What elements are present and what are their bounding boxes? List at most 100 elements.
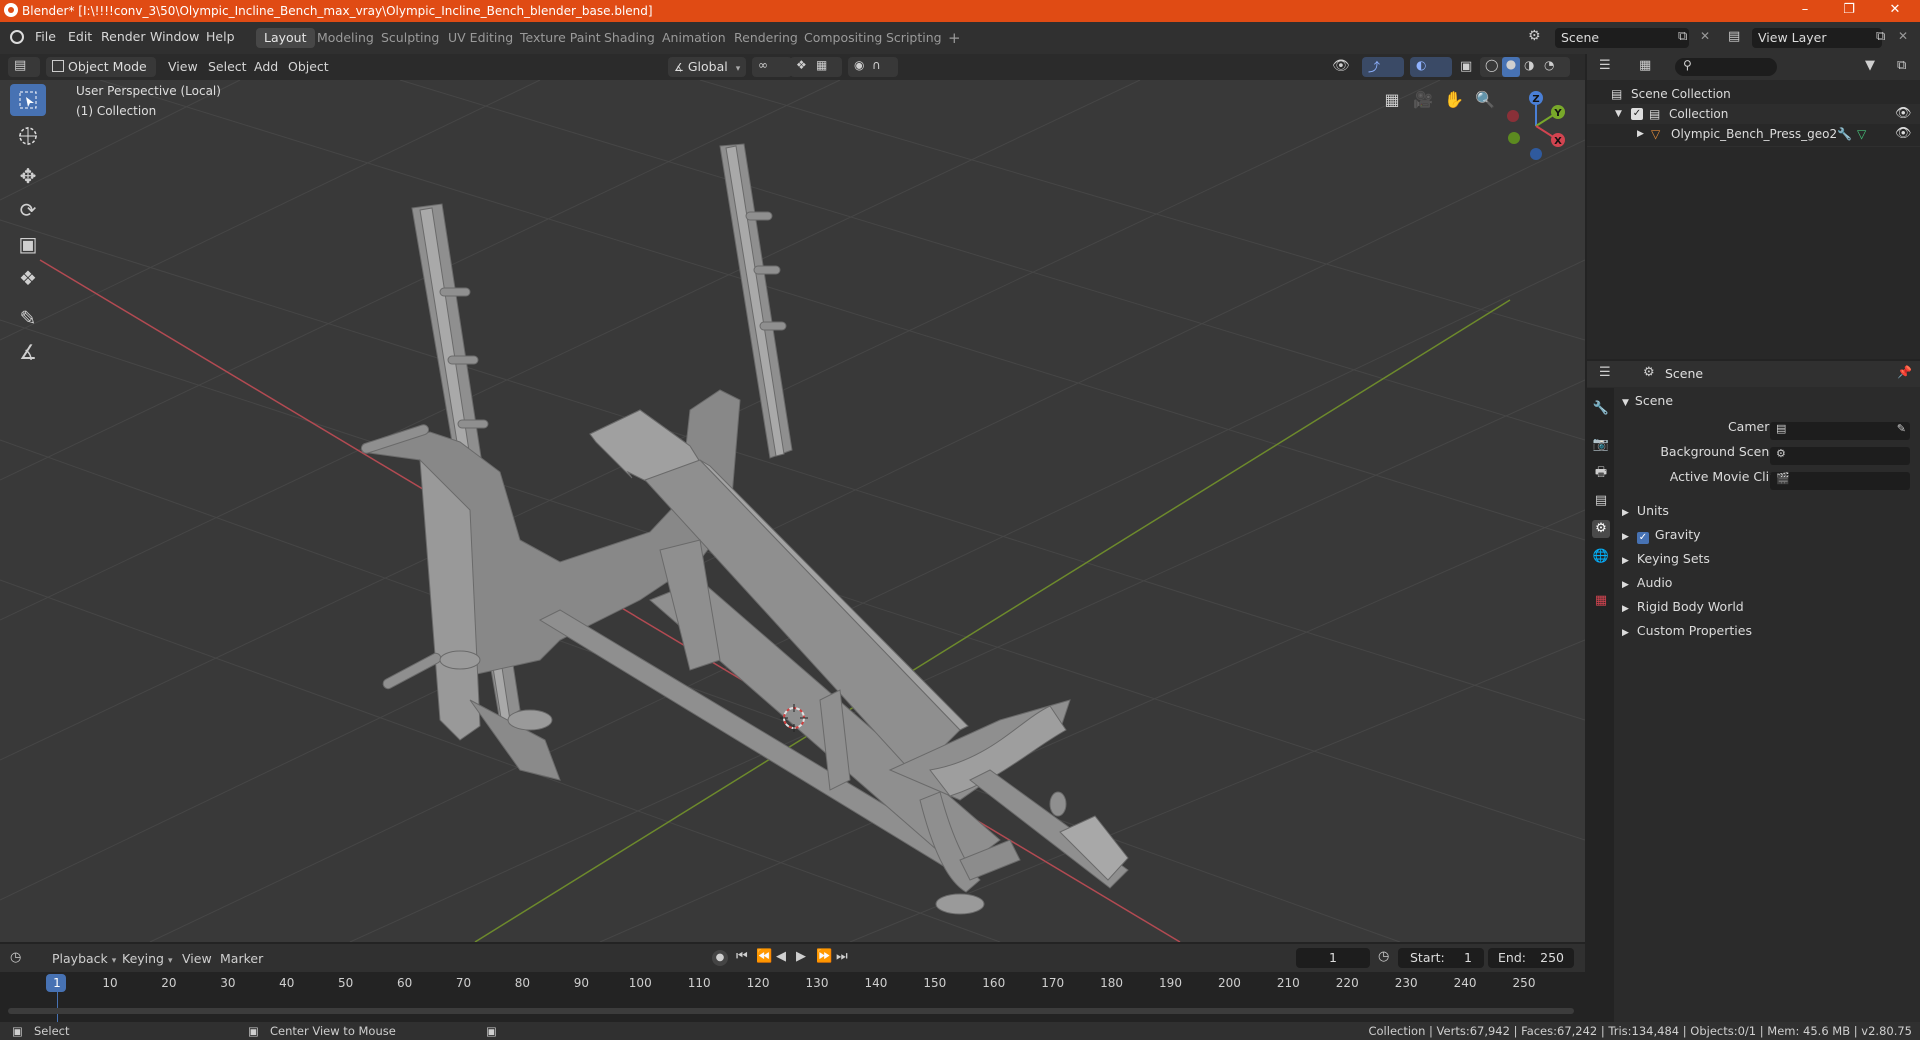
visibility-dropdown-icon[interactable]: 👁 <box>1332 58 1350 74</box>
tab-rendering[interactable]: Rendering <box>726 28 806 48</box>
tab-layout[interactable]: Layout <box>256 28 315 48</box>
menu-render[interactable]: Render <box>101 29 146 44</box>
view-layer-tab-icon[interactable]: ▤ <box>1592 492 1610 510</box>
outliner-editor-type-icon[interactable]: ☰ <box>1599 58 1611 73</box>
viewport-menu-object[interactable]: Object <box>288 58 329 76</box>
jump-end-button[interactable]: ⏭ <box>836 949 848 964</box>
object-mode-dropdown[interactable]: Object Mode <box>46 57 156 77</box>
tab-sculpting[interactable]: Sculpting <box>373 28 447 48</box>
scene-section-header[interactable]: ▼ Scene <box>1622 390 1920 412</box>
proportional-edit-toggle[interactable]: ◉ ∩ <box>848 57 898 77</box>
expand-arrow-icon[interactable]: ▼ <box>1615 104 1622 124</box>
tab-scripting[interactable]: Scripting <box>878 28 950 48</box>
object-visibility-eye-icon[interactable]: 👁 <box>1895 124 1912 144</box>
menu-help[interactable]: Help <box>206 29 235 44</box>
eyedropper-icon[interactable]: ✎ <box>1897 422 1906 435</box>
blender-menu-icon[interactable] <box>10 30 24 44</box>
tab-uv-editing[interactable]: UV Editing <box>440 28 521 48</box>
restore-button[interactable]: ❐ <box>1826 0 1872 22</box>
scene-name-field[interactable]: Scene <box>1555 28 1689 48</box>
transform-tool[interactable]: ❖ <box>10 262 46 294</box>
remove-view-layer-icon[interactable]: ✕ <box>1898 29 1908 43</box>
annotate-tool[interactable]: ✎ <box>10 302 46 334</box>
pan-view-icon[interactable]: ✋ <box>1440 86 1468 114</box>
texture-tab-icon[interactable]: ▦ <box>1592 592 1610 610</box>
menu-window[interactable]: Window <box>150 29 199 44</box>
outliner-object-row[interactable]: ▶ ▽ Olympic_Bench_Press_geo2 🔧 ▽ 👁 <box>1587 124 1920 144</box>
view-layer-field[interactable]: View Layer <box>1752 28 1882 48</box>
xray-toggle-icon[interactable]: ▣ <box>1460 59 1472 74</box>
bench-model[interactable] <box>360 143 1129 915</box>
menu-edit[interactable]: Edit <box>68 29 92 44</box>
new-scene-icon[interactable]: ⧉ <box>1678 29 1687 44</box>
timeline-menu-keying[interactable]: Keying <box>122 951 173 966</box>
transform-orientation-dropdown[interactable]: ∡ Global <box>668 57 746 77</box>
audio-panel[interactable]: ▶ Audio <box>1622 572 1920 594</box>
view-layer-icon[interactable]: ▤ <box>1728 29 1740 44</box>
collection-checkbox[interactable]: ✓ <box>1631 108 1643 120</box>
start-frame-field[interactable]: Start: 1 <box>1398 948 1484 968</box>
outliner-collection[interactable]: ▼ ✓ ▤ Collection 👁 <box>1587 104 1920 124</box>
overlay-toggle[interactable]: ◐ <box>1410 57 1452 77</box>
play-button[interactable]: ▶ <box>796 949 806 964</box>
tab-modeling[interactable]: Modeling <box>309 28 382 48</box>
shading-mode-buttons[interactable]: ◯ ● ◑ ◔ <box>1480 57 1570 77</box>
menu-file[interactable]: File <box>35 29 56 44</box>
pivot-point-dropdown[interactable]: ∞ <box>752 57 792 77</box>
toggle-grid-icon[interactable]: ▦ <box>1378 86 1406 114</box>
navigation-gizmo[interactable]: Z Y X <box>1496 86 1576 166</box>
timeline-menu-view[interactable]: View <box>182 951 212 966</box>
viewport-menu-add[interactable]: Add <box>254 58 278 76</box>
object-expand-arrow-icon[interactable]: ▶ <box>1637 124 1644 144</box>
collection-visibility-eye-icon[interactable]: 👁 <box>1895 104 1912 124</box>
new-collection-icon[interactable]: ⧉ <box>1897 58 1906 73</box>
new-view-layer-icon[interactable]: ⧉ <box>1876 29 1885 44</box>
camera-field[interactable]: ▤ ✎ <box>1770 422 1910 440</box>
viewport-menu-select[interactable]: Select <box>208 58 247 76</box>
render-tab-icon[interactable]: 📷 <box>1592 436 1610 454</box>
background-scene-field[interactable]: ⚙ <box>1770 447 1910 465</box>
cursor-tool[interactable] <box>10 120 46 152</box>
tab-shading[interactable]: Shading <box>596 28 663 48</box>
preview-range-clock-icon[interactable]: ◷ <box>1378 949 1389 964</box>
gravity-panel[interactable]: ▶ ✓ Gravity <box>1622 524 1920 546</box>
end-frame-field[interactable]: End: 250 <box>1488 948 1574 968</box>
scene-tab-icon[interactable]: ⚙ <box>1592 520 1610 538</box>
camera-view-icon[interactable]: 🎥 <box>1409 86 1437 114</box>
current-frame-field[interactable]: 1 <box>1296 948 1370 968</box>
display-mode-icon[interactable]: ▦ <box>1639 58 1651 73</box>
gizmo-toggle[interactable]: ⤴ <box>1362 57 1404 77</box>
scene-selector-icon[interactable]: ⚙ <box>1528 28 1541 44</box>
solid-shading-icon[interactable]: ● <box>1502 57 1520 77</box>
units-panel[interactable]: ▶ Units <box>1622 500 1920 522</box>
pin-icon[interactable]: 📌 <box>1897 365 1912 379</box>
wireframe-shading-icon[interactable]: ◯ <box>1485 58 1498 72</box>
add-workspace-button[interactable]: + <box>940 28 969 48</box>
viewport-menu-view[interactable]: View <box>168 58 198 76</box>
timeline-menu-playback[interactable]: Playback <box>52 951 116 966</box>
minimize-button[interactable]: – <box>1782 0 1828 22</box>
custom-properties-panel[interactable]: ▶ Custom Properties <box>1622 620 1920 642</box>
timeline-editor-type-icon[interactable]: ◷ <box>10 950 21 965</box>
prev-keyframe-button[interactable]: ⏪ <box>756 949 772 964</box>
snap-toggle[interactable]: ❖ ▦ <box>790 57 842 77</box>
output-tab-icon[interactable]: 🖶 <box>1592 464 1610 482</box>
gizmo-neg-z[interactable] <box>1530 148 1542 160</box>
gizmo-neg-y[interactable] <box>1508 132 1520 144</box>
editor-type-button[interactable]: ▤ <box>8 57 40 77</box>
tab-animation[interactable]: Animation <box>654 28 734 48</box>
next-keyframe-button[interactable]: ⏩ <box>816 949 832 964</box>
outliner-scene-collection[interactable]: ▤ Scene Collection <box>1587 84 1920 104</box>
mesh-data-icon[interactable]: ▽ <box>1857 124 1866 144</box>
timeline-body[interactable]: 1 10 20 30 40 50 60 70 80 90 100 110 120 130 140 150 160… <box>0 972 1585 1022</box>
move-tool[interactable]: ✥ <box>10 160 46 192</box>
gravity-checkbox[interactable]: ✓ <box>1636 532 1649 544</box>
rigid-body-world-panel[interactable]: ▶ Rigid Body World <box>1622 596 1920 618</box>
3d-viewport[interactable]: User Perspective (Local) (1) Collection … <box>0 80 1585 942</box>
outliner-search-input[interactable]: ⚲ <box>1675 58 1777 76</box>
keying-sets-panel[interactable]: ▶ Keying Sets <box>1622 548 1920 570</box>
zoom-view-icon[interactable]: 🔍 <box>1471 86 1499 114</box>
properties-editor-type-icon[interactable]: ☰ <box>1599 365 1611 380</box>
tool-tab-icon[interactable]: 🔧 <box>1592 400 1610 418</box>
gizmo-neg-x[interactable] <box>1507 110 1519 122</box>
